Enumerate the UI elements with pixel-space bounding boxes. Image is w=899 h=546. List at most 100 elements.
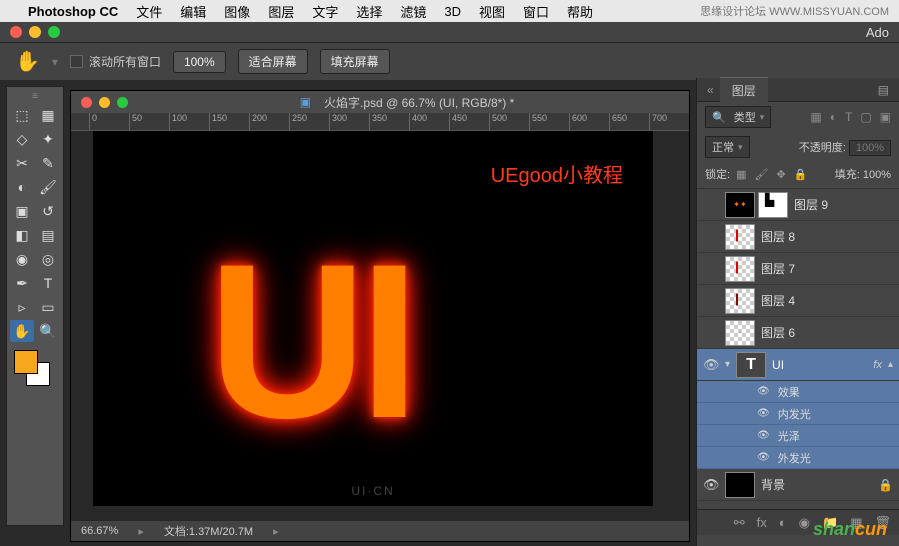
marquee-tool-icon[interactable]: ▦ [36,104,60,126]
blend-mode-dropdown[interactable]: 正常 [705,136,750,158]
layer-row[interactable]: ✦✦ ▙ 图层 9 [697,189,899,221]
filter-pixel-icon[interactable]: ▦ [810,110,821,124]
layer-thumbnail[interactable] [725,472,755,498]
visibility-toggle[interactable]: 👁 [703,357,719,373]
expand-icon[interactable]: ▾ [725,359,730,370]
layer-row[interactable]: 👁 背景 🔒 [697,469,899,501]
type-tool-icon[interactable]: T [36,272,60,294]
fx-item-row[interactable]: 👁 光泽 [697,425,899,447]
zoom-level[interactable]: 66.67% [81,525,118,537]
fx-badge[interactable]: fx [873,359,882,371]
foreground-color[interactable] [14,350,38,374]
lasso-tool-icon[interactable]: ◇ [10,128,34,150]
layer-thumbnail[interactable]: · [725,320,755,346]
fx-item-row[interactable]: 👁 外发光 [697,447,899,469]
info-arrow-icon[interactable]: ▸ [273,525,279,538]
maximize-window-icon[interactable] [48,26,60,38]
menu-file[interactable]: 文件 [136,2,162,21]
menu-edit[interactable]: 编辑 [180,2,206,21]
visibility-toggle[interactable]: 👁 [703,477,719,493]
layer-thumbnail[interactable]: ▎ [725,224,755,250]
gradient-tool-icon[interactable]: ▤ [36,224,60,246]
zoom-100-button[interactable]: 100% [173,51,226,73]
layer-name[interactable]: 图层 9 [794,196,893,213]
app-name[interactable]: Photoshop CC [28,4,118,19]
filter-adjust-icon[interactable]: ◐ [830,110,837,124]
layer-row[interactable]: ▎ 图层 7 [697,253,899,285]
layer-thumbnail[interactable]: ✦✦ [725,192,755,218]
eye-icon[interactable]: 👁 [757,408,770,419]
toolbox-grip-icon[interactable] [10,92,60,100]
fill-value[interactable]: 100% [863,169,891,181]
horizontal-ruler[interactable]: 0501001502002503003504004505005506006507… [71,113,689,131]
fx-name[interactable]: 内发光 [778,406,811,422]
menu-window[interactable]: 窗口 [523,2,549,21]
doc-minimize-icon[interactable] [99,97,110,108]
shape-tool-icon[interactable]: ▭ [36,296,60,318]
close-window-icon[interactable] [10,26,22,38]
eye-icon[interactable]: 👁 [757,430,770,441]
layer-mask-icon[interactable]: ◐ [779,515,787,530]
history-brush-tool-icon[interactable]: ↺ [36,200,60,222]
layers-list[interactable]: ✦✦ ▙ 图层 9 ▎ 图层 8 ▎ 图层 7 ▎ 图层 4 · [697,189,899,509]
fx-header-row[interactable]: 👁 效果 [697,381,899,403]
pen-tool-icon[interactable]: ✒ [10,272,34,294]
doc-close-icon[interactable] [81,97,92,108]
menu-3d[interactable]: 3D [444,4,461,19]
layer-row[interactable]: ▎ 图层 8 [697,221,899,253]
kind-filter-dropdown[interactable]: 🔍类型 [705,106,771,128]
brush-tool-icon[interactable]: 🖌 [36,176,60,198]
menu-type[interactable]: 文字 [312,2,338,21]
lock-all-icon[interactable]: 🔒 [794,168,808,181]
document-titlebar[interactable]: ▣ 火焰字.psd @ 66.7% (UI, RGB/8*) * [71,91,689,113]
eye-icon[interactable]: 👁 [757,452,770,463]
fx-expand-icon[interactable]: ▴ [888,359,893,370]
layer-style-icon[interactable]: fx [757,515,767,530]
color-swatches[interactable] [10,350,60,390]
eyedropper-tool-icon[interactable]: ✎ [36,152,60,174]
canvas-viewport[interactable]: UEgood小教程 UI UI·CN [71,131,689,521]
layer-name[interactable]: UI [772,358,867,372]
magic-wand-tool-icon[interactable]: ✦ [36,128,60,150]
fx-name[interactable]: 外发光 [778,450,811,466]
path-select-tool-icon[interactable]: ▹ [10,296,34,318]
link-layers-icon[interactable]: ⚯ [734,515,745,531]
fx-name[interactable]: 光泽 [778,428,800,444]
layer-thumbnail[interactable]: ▎ [725,288,755,314]
stamp-tool-icon[interactable]: ▣ [10,200,34,222]
blur-tool-icon[interactable]: ◉ [10,248,34,270]
doc-maximize-icon[interactable] [117,97,128,108]
layer-row[interactable]: 👁 ▾ T UI fx ▴ [697,349,899,381]
menu-select[interactable]: 选择 [356,2,382,21]
adjustment-layer-icon[interactable]: ◉ [799,515,810,531]
layer-row[interactable]: ▎ 图层 4 [697,285,899,317]
fit-screen-button[interactable]: 适合屏幕 [238,49,308,74]
zoom-tool-icon[interactable]: 🔍 [36,320,60,342]
hand-tool-icon[interactable]: ✋ [10,320,34,342]
panel-menu-icon[interactable]: ▤ [878,83,889,97]
layer-thumbnail[interactable]: ▎ [725,256,755,282]
eraser-tool-icon[interactable]: ◧ [10,224,34,246]
layer-name[interactable]: 背景 [761,476,872,493]
dodge-tool-icon[interactable]: ◎ [36,248,60,270]
layer-mask-thumbnail[interactable]: ▙ [758,192,788,218]
filter-shape-icon[interactable]: ▢ [860,110,871,124]
lock-position-icon[interactable]: ✥ [776,168,785,181]
lock-transparent-icon[interactable]: ▦ [736,168,746,181]
layer-name[interactable]: 图层 7 [761,260,893,277]
collapse-icon[interactable]: « [707,83,714,97]
menu-image[interactable]: 图像 [224,2,250,21]
opacity-value[interactable]: 100% [849,140,891,156]
layer-name[interactable]: 图层 8 [761,228,893,245]
eye-icon[interactable]: 👁 [757,386,770,397]
layer-name[interactable]: 图层 6 [761,324,893,341]
filter-smart-icon[interactable]: ▣ [880,110,891,124]
menu-filter[interactable]: 滤镜 [400,2,426,21]
move-tool-icon[interactable]: ⬚ [10,104,34,126]
filter-type-icon[interactable]: T [845,110,852,124]
menu-help[interactable]: 帮助 [567,2,593,21]
crop-tool-icon[interactable]: ✂ [10,152,34,174]
fx-item-row[interactable]: 👁 内发光 [697,403,899,425]
zoom-arrow-icon[interactable]: ▸ [138,525,144,538]
healing-tool-icon[interactable]: ◐ [10,176,34,198]
